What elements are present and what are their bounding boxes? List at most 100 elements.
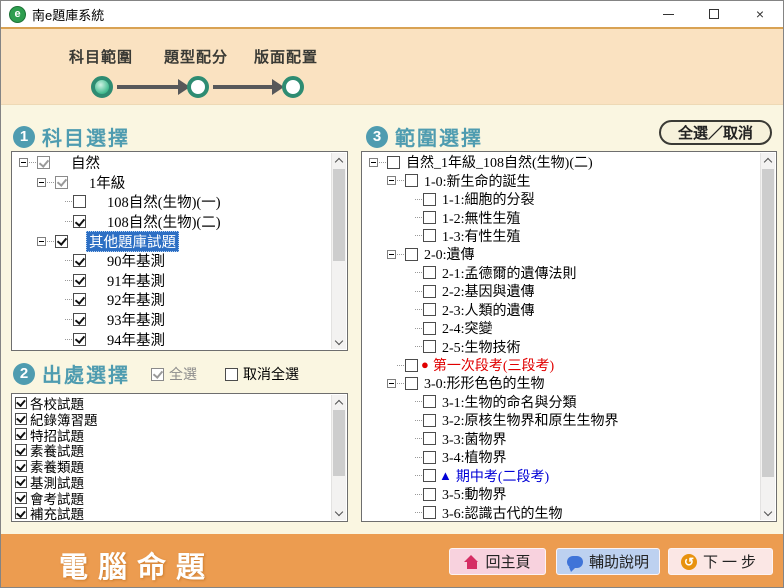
tree-label[interactable]: 94年基測 xyxy=(104,329,168,349)
expand-collapse-icon[interactable] xyxy=(387,176,396,185)
tree-row[interactable]: 3-5:動物界 xyxy=(363,485,760,503)
deselect-all-checkbox[interactable] xyxy=(225,368,238,381)
checkbox[interactable] xyxy=(15,397,27,409)
tree-label[interactable]: 2-4:突變 xyxy=(439,318,496,338)
maximize-button[interactable] xyxy=(691,1,737,27)
tree-row[interactable]: 1年級 xyxy=(13,173,331,193)
tree-row[interactable]: ▲期中考(二段考) xyxy=(363,466,760,484)
checkbox[interactable] xyxy=(37,156,50,169)
checkbox[interactable] xyxy=(15,507,27,519)
checkbox[interactable] xyxy=(73,195,86,208)
scrollbar-thumb[interactable] xyxy=(333,169,345,261)
tree-label[interactable]: 2-0:遺傳 xyxy=(421,244,478,264)
checkbox[interactable] xyxy=(73,215,86,228)
checkbox[interactable] xyxy=(15,476,27,488)
close-button[interactable]: × xyxy=(737,1,783,27)
expand-collapse-icon[interactable] xyxy=(387,250,396,259)
select-all-option[interactable]: 全選 xyxy=(151,364,197,384)
scroll-down-icon[interactable] xyxy=(332,334,346,349)
checkbox[interactable] xyxy=(73,274,86,287)
checkbox[interactable] xyxy=(73,293,86,306)
checkbox[interactable] xyxy=(15,444,27,456)
tree-label[interactable]: 1-3:有性生殖 xyxy=(439,226,524,246)
tree-label[interactable]: 自然_1年級_108自然(生物)(二) xyxy=(403,153,596,172)
checkbox[interactable] xyxy=(423,211,436,224)
expand-collapse-icon[interactable] xyxy=(387,379,396,388)
scroll-down-icon[interactable] xyxy=(332,505,346,520)
tree-label[interactable]: 91年基測 xyxy=(104,270,168,291)
checkbox[interactable] xyxy=(423,432,436,445)
checkbox[interactable] xyxy=(423,266,436,279)
tree-row[interactable]: 2-2:基因與遺傳 xyxy=(363,282,760,300)
checkbox[interactable] xyxy=(423,451,436,464)
list-item[interactable]: 補充試題 xyxy=(13,506,331,520)
select-all-toggle-button[interactable]: 全選／取消 xyxy=(659,120,772,145)
scroll-up-icon[interactable] xyxy=(332,395,346,410)
tree-row[interactable]: 2-5:生物技術 xyxy=(363,337,760,355)
tree-row[interactable]: 3-4:植物界 xyxy=(363,448,760,466)
checkbox[interactable] xyxy=(423,506,436,519)
tree-label[interactable]: 90年基測 xyxy=(104,250,168,271)
tree-row[interactable]: 3-1:生物的命名與分類 xyxy=(363,393,760,411)
tree-row[interactable]: 3-3:菌物界 xyxy=(363,430,760,448)
tree-row[interactable]: 1-1:細胞的分裂 xyxy=(363,190,760,208)
tree-row[interactable]: 92年基測 xyxy=(13,290,331,310)
tree-label[interactable]: 108自然(生物)(一) xyxy=(104,191,224,212)
tree-label[interactable]: 3-2:原核生物界和原生生物界 xyxy=(439,410,622,430)
checkbox[interactable] xyxy=(423,469,436,482)
expand-collapse-icon[interactable] xyxy=(37,237,46,246)
tree-label[interactable]: 自然 xyxy=(68,153,103,173)
checkbox[interactable] xyxy=(423,414,436,427)
step-circle-2[interactable] xyxy=(187,76,209,98)
scroll-down-icon[interactable] xyxy=(761,505,775,520)
tree-row[interactable]: 2-1:孟德爾的遺傳法則 xyxy=(363,264,760,282)
tree-label[interactable]: 第一次段考(三段考) xyxy=(430,355,557,375)
tree-row[interactable]: 3-0:形形色色的生物 xyxy=(363,374,760,392)
tree-row[interactable]: 自然_1年級_108自然(生物)(二) xyxy=(363,153,760,171)
checkbox[interactable] xyxy=(15,428,27,440)
checkbox[interactable] xyxy=(423,285,436,298)
tree-label[interactable]: 3-4:植物界 xyxy=(439,447,510,467)
tree-row[interactable]: ●第一次段考(三段考) xyxy=(363,356,760,374)
tree-label[interactable]: 3-1:生物的命名與分類 xyxy=(439,392,580,412)
checkbox[interactable] xyxy=(423,303,436,316)
checkbox[interactable] xyxy=(405,377,418,390)
tree-row[interactable]: 108自然(生物)(二) xyxy=(13,212,331,232)
tree-label[interactable]: 期中考(二段考) xyxy=(453,466,552,486)
checkbox[interactable] xyxy=(15,460,27,472)
tree-row[interactable]: 1-0:新生命的誕生 xyxy=(363,171,760,189)
tree-label[interactable]: 108自然(生物)(二) xyxy=(104,211,224,232)
checkbox[interactable] xyxy=(423,488,436,501)
tree-label[interactable]: 2-2:基因與遺傳 xyxy=(439,281,538,301)
deselect-all-option[interactable]: 取消全選 xyxy=(225,364,299,384)
checkbox[interactable] xyxy=(405,174,418,187)
tree-label[interactable]: 1-0:新生命的誕生 xyxy=(421,171,534,191)
subject-tree-scrollbar[interactable] xyxy=(331,153,346,349)
tree-row[interactable]: 2-4:突變 xyxy=(363,319,760,337)
step-circle-3[interactable] xyxy=(282,76,304,98)
tree-row[interactable]: 90年基測 xyxy=(13,251,331,271)
checkbox[interactable] xyxy=(15,492,27,504)
checkbox[interactable] xyxy=(73,254,86,267)
checkbox[interactable] xyxy=(15,413,27,425)
checkbox[interactable] xyxy=(73,333,86,346)
tree-label[interactable]: 2-3:人類的遺傳 xyxy=(439,300,538,320)
tree-row[interactable]: 1-3:有性生殖 xyxy=(363,227,760,245)
next-step-button[interactable]: ↺ 下一步 xyxy=(668,548,773,575)
tree-label[interactable]: 3-3:菌物界 xyxy=(439,429,510,449)
checkbox[interactable] xyxy=(423,322,436,335)
tree-label[interactable]: 1年級 xyxy=(86,172,128,193)
tree-label[interactable]: 3-5:動物界 xyxy=(439,484,510,504)
scroll-up-icon[interactable] xyxy=(332,153,346,168)
source-list-scrollbar[interactable] xyxy=(331,395,346,520)
tree-label[interactable]: 1-1:細胞的分裂 xyxy=(439,189,538,209)
minimize-button[interactable] xyxy=(645,1,691,27)
tree-row[interactable]: 自然 xyxy=(13,153,331,173)
tree-row[interactable]: 3-2:原核生物界和原生生物界 xyxy=(363,411,760,429)
step-circle-1[interactable] xyxy=(91,76,113,98)
select-all-checkbox[interactable] xyxy=(151,368,164,381)
tree-label[interactable]: 92年基測 xyxy=(104,289,168,310)
tree-row[interactable]: 其他題庫試題 xyxy=(13,231,331,251)
scrollbar-thumb[interactable] xyxy=(333,410,345,476)
tree-row[interactable]: 94年基測 xyxy=(13,329,331,349)
